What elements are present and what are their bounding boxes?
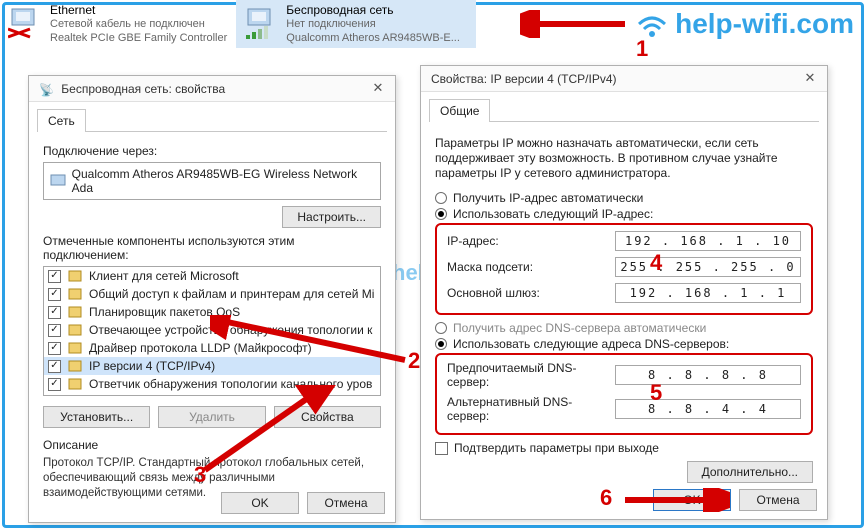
close-icon[interactable]: ✕	[799, 68, 821, 88]
list-item-label: Драйвер протокола LLDP (Майкрософт)	[89, 341, 312, 355]
dialog-title: Свойства: IP версии 4 (TCP/IPv4) ✕	[421, 66, 827, 92]
gateway-input[interactable]: 192 . 168 . 1 . 1	[615, 283, 801, 303]
radio-use-dns[interactable]: Использовать следующие адреса DNS-сервер…	[435, 337, 813, 351]
dns2-label: Альтернативный DNS-сервер:	[447, 395, 607, 423]
install-button[interactable]: Установить...	[43, 406, 150, 428]
adapter-device: Realtek PCIe GBE Family Controller	[50, 31, 227, 45]
adapter-name: Беспроводная сеть	[286, 3, 460, 17]
tab-network[interactable]: Сеть	[37, 109, 86, 132]
ip-group: IP-адрес: 192 . 168 . 1 . 10 Маска подсе…	[435, 223, 813, 315]
connect-via-label: Подключение через:	[43, 144, 381, 158]
list-item[interactable]: ✓ Клиент для сетей Microsoft	[44, 267, 380, 285]
list-item-label: Ответчик обнаружения топологии канальног…	[89, 377, 372, 391]
annotation-number: 1	[636, 36, 648, 62]
adapter-combo[interactable]: Qualcomm Atheros AR9485WB-EG Wireless Ne…	[43, 162, 381, 200]
component-icon	[67, 268, 83, 284]
wireless-icon	[244, 6, 280, 42]
list-item-label: Планировщик пакетов QoS	[89, 305, 240, 319]
cancel-button[interactable]: Отмена	[739, 489, 817, 511]
dns2-input[interactable]: 8 . 8 . 4 . 4	[615, 399, 801, 419]
component-icon	[67, 304, 83, 320]
checkbox-icon[interactable]: ✓	[48, 324, 61, 337]
checkbox-icon[interactable]: ✓	[48, 342, 61, 355]
ip-input[interactable]: 192 . 168 . 1 . 10	[615, 231, 801, 251]
description-title: Описание	[43, 438, 381, 452]
component-icon	[67, 358, 83, 374]
component-icon	[67, 322, 83, 338]
checkbox-icon[interactable]: ✓	[48, 288, 61, 301]
radio-auto-ip[interactable]: Получить IP-адрес автоматически	[435, 191, 813, 205]
radio-auto-dns[interactable]: Получить адрес DNS-сервера автоматически	[435, 321, 813, 335]
adapter-status: Нет подключения	[286, 17, 460, 31]
advanced-button[interactable]: Дополнительно...	[687, 461, 813, 483]
components-label: Отмеченные компоненты используются этим …	[43, 234, 381, 262]
ok-button[interactable]: OK	[653, 489, 731, 511]
cancel-button[interactable]: Отмена	[307, 492, 385, 514]
adapter-name: Ethernet	[50, 3, 227, 17]
list-item[interactable]: ✓ IP версии 4 (TCP/IPv4)	[44, 357, 380, 375]
list-item[interactable]: ✓ Планировщик пакетов QoS	[44, 303, 380, 321]
adapter-properties-dialog: 📡 Беспроводная сеть: свойства ✕ Сеть Под…	[28, 75, 396, 523]
adapter-ethernet[interactable]: Ethernet Сетевой кабель не подключен Rea…	[0, 0, 236, 48]
list-item-label: Отвечающее устройство обнаружения тополо…	[89, 323, 372, 337]
checkbox-icon[interactable]: ✓	[48, 360, 61, 373]
dns-group: Предпочитаемый DNS-сервер: 8 . 8 . 8 . 8…	[435, 353, 813, 435]
component-icon	[67, 286, 83, 302]
component-icon	[67, 376, 83, 392]
annotation-number: 2	[408, 348, 420, 374]
adapter-wireless[interactable]: Беспроводная сеть Нет подключения Qualco…	[236, 0, 476, 48]
component-icon	[67, 340, 83, 356]
ok-button[interactable]: OK	[221, 492, 299, 514]
annotation-number: 6	[600, 485, 612, 511]
list-item[interactable]: ✓ Отвечающее устройство обнаружения топол…	[44, 321, 380, 339]
confirm-checkbox[interactable]: Подтвердить параметры при выходе	[435, 441, 813, 455]
ipv4-properties-dialog: Свойства: IP версии 4 (TCP/IPv4) ✕ Общие…	[420, 65, 828, 520]
watermark: help-wifi.com	[635, 8, 854, 40]
ethernet-icon	[8, 6, 44, 42]
ip-label: IP-адрес:	[447, 234, 607, 248]
components-listbox[interactable]: ✓ Клиент для сетей Microsoft ✓ Общий доступ…	[43, 266, 381, 396]
properties-button[interactable]: Свойства	[274, 406, 381, 428]
checkbox-icon[interactable]: ✓	[48, 270, 61, 283]
dialog-title: 📡 Беспроводная сеть: свойства ✕	[29, 76, 395, 102]
checkbox-icon[interactable]: ✓	[48, 306, 61, 319]
list-item[interactable]: ✓ Ответчик обнаружения топологии канально…	[44, 375, 380, 393]
annotation-number: 4	[650, 250, 662, 276]
mask-input[interactable]: 255 . 255 . 255 . 0	[615, 257, 801, 277]
tab-general[interactable]: Общие	[429, 99, 490, 122]
adapter-status: Сетевой кабель не подключен	[50, 17, 227, 31]
annotation-number: 5	[650, 380, 662, 406]
dns1-label: Предпочитаемый DNS-сервер:	[447, 361, 607, 389]
remove-button[interactable]: Удалить	[158, 406, 265, 428]
list-item-label: Клиент для сетей Microsoft	[89, 269, 239, 283]
list-item[interactable]: ✓ Общий доступ к файлам и принтерам для с…	[44, 285, 380, 303]
annotation-number: 3	[194, 462, 206, 488]
list-item-label: Общий доступ к файлам и принтерам для се…	[89, 287, 374, 301]
configure-button[interactable]: Настроить...	[282, 206, 381, 228]
info-paragraph: Параметры IP можно назначать автоматичес…	[435, 136, 813, 181]
gateway-label: Основной шлюз:	[447, 286, 607, 300]
radio-use-ip[interactable]: Использовать следующий IP-адрес:	[435, 207, 813, 221]
mask-label: Маска подсети:	[447, 260, 607, 274]
list-item-label: IP версии 4 (TCP/IPv4)	[89, 359, 215, 373]
checkbox-icon[interactable]: ✓	[48, 378, 61, 391]
adapter-device: Qualcomm Atheros AR9485WB-E...	[286, 31, 460, 45]
close-icon[interactable]: ✕	[367, 78, 389, 98]
dns1-input[interactable]: 8 . 8 . 8 . 8	[615, 365, 801, 385]
list-item[interactable]: ✓ Драйвер протокола LLDP (Майкрософт)	[44, 339, 380, 357]
